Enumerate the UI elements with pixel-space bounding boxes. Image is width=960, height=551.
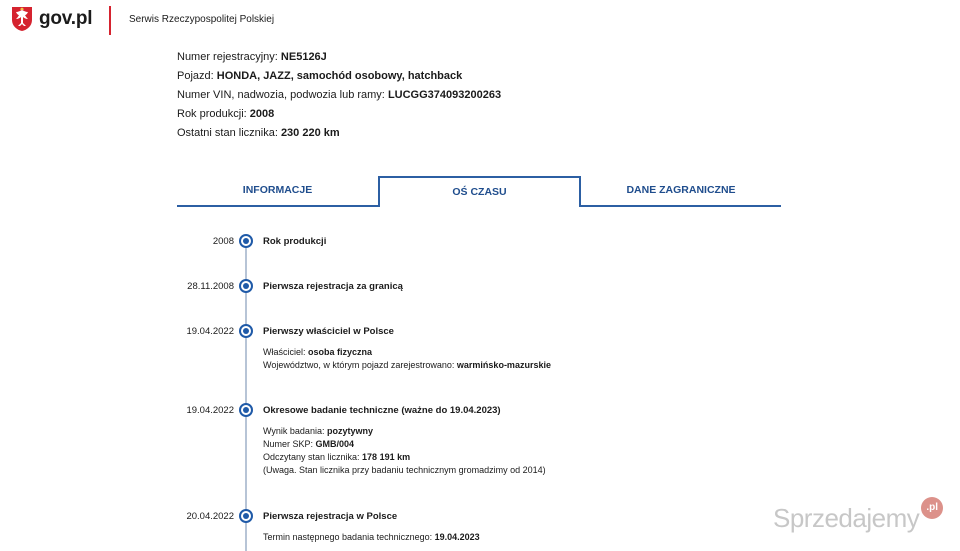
timeline-date: 19.04.2022: [186, 405, 234, 416]
info-label: Pojazd:: [177, 70, 217, 82]
detail-label: Właściciel:: [263, 347, 309, 357]
timeline-details: Wynik badania: pozytywny Numer SKP: GMB/…: [263, 425, 546, 477]
info-label: Numer VIN, nadwozia, podwozia lub ramy:: [177, 89, 388, 101]
timeline-date: 28.11.2008: [187, 281, 234, 292]
detail-label: Odczytany stan licznika:: [263, 452, 363, 462]
timeline-title: Pierwszy właściciel w Polsce: [263, 326, 394, 337]
info-production-year: Rok produkcji: 2008: [177, 105, 501, 124]
watermark-text: Sprzedajemy: [773, 503, 920, 533]
timeline-detail: Właściciel: osoba fizyczna: [263, 346, 551, 359]
gov-logo[interactable]: gov.pl: [10, 5, 93, 32]
tab-informacje[interactable]: INFORMACJE: [177, 176, 378, 207]
timeline-title: Pierwsza rejestracja w Polsce: [263, 511, 398, 522]
info-vin: Numer VIN, nadwozia, podwozia lub ramy: …: [177, 86, 501, 105]
timeline-dot-icon: [239, 324, 253, 338]
timeline-detail: Odczytany stan licznika: 178 191 km: [263, 451, 546, 464]
timeline-dot-icon: [239, 509, 253, 523]
detail-label: Wynik badania:: [263, 426, 327, 436]
info-label: Ostatni stan licznika:: [177, 127, 281, 139]
vehicle-info: Numer rejestracyjny: NE5126J Pojazd: HON…: [177, 48, 501, 143]
info-odometer: Ostatni stan licznika: 230 220 km: [177, 124, 501, 143]
timeline-dot-icon: [239, 279, 253, 293]
info-value: 2008: [249, 108, 275, 120]
timeline-detail: Województwo, w którym pojazd zarejestrow…: [263, 359, 551, 372]
detail-value: osoba fizyczna: [308, 347, 373, 357]
detail-label: Województwo, w którym pojazd zarejestrow…: [263, 360, 457, 370]
site-header: gov.pl Serwis Rzeczypospolitej Polskiej: [0, 0, 960, 38]
detail-label: Termin następnego badania technicznego:: [263, 532, 435, 542]
detail-value: 19.04.2023: [434, 532, 480, 542]
tab-os-czasu[interactable]: OŚ CZASU: [378, 176, 581, 207]
timeline-title: Rok produkcji: [263, 236, 327, 247]
timeline-details: Termin następnego badania technicznego: …: [263, 531, 480, 544]
timeline-dot-icon: [239, 234, 253, 248]
info-label: Rok produkcji:: [177, 108, 250, 120]
timeline-date: 2008: [212, 236, 234, 247]
detail-label: (Uwaga. Stan licznika przy badaniu techn…: [263, 465, 546, 475]
watermark: Sprzedajemy .pl: [773, 497, 944, 534]
info-value: HONDA, JAZZ, samochód osobowy, hatchback: [216, 70, 463, 82]
watermark-badge: .pl: [921, 497, 944, 519]
header-divider: [109, 6, 111, 35]
timeline-dot-icon: [239, 403, 253, 417]
info-value: NE5126J: [280, 51, 327, 63]
logo-text: gov.pl: [39, 7, 93, 29]
detail-value: warmińsko-mazurskie: [456, 360, 551, 370]
detail-label: Numer SKP:: [263, 439, 316, 449]
timeline-detail: Numer SKP: GMB/004: [263, 438, 546, 451]
info-value: LUCGG374093200263: [387, 89, 502, 101]
polish-eagle-icon: [12, 7, 32, 31]
info-value: 230 220 km: [280, 127, 340, 139]
service-name: Serwis Rzeczypospolitej Polskiej: [129, 14, 275, 25]
timeline-title: Okresowe badanie techniczne (ważne do 19…: [263, 405, 501, 416]
tab-bar: INFORMACJE OŚ CZASU DANE ZAGRANICZNE: [177, 176, 781, 207]
timeline-date: 20.04.2022: [186, 511, 234, 522]
detail-value: pozytywny: [326, 426, 373, 436]
tab-dane-zagraniczne[interactable]: DANE ZAGRANICZNE: [581, 176, 781, 207]
timeline-detail: Wynik badania: pozytywny: [263, 425, 546, 438]
timeline-detail: Termin następnego badania technicznego: …: [263, 531, 480, 544]
timeline-title: Pierwsza rejestracja za granicą: [263, 281, 403, 292]
timeline-detail-note: (Uwaga. Stan licznika przy badaniu techn…: [263, 464, 546, 477]
info-vehicle: Pojazd: HONDA, JAZZ, samochód osobowy, h…: [177, 67, 501, 86]
info-registration-number: Numer rejestracyjny: NE5126J: [177, 48, 501, 67]
timeline-date: 19.04.2022: [186, 326, 234, 337]
info-label: Numer rejestracyjny:: [177, 51, 281, 63]
timeline-details: Właściciel: osoba fizyczna Województwo, …: [263, 346, 551, 372]
detail-value: GMB/004: [315, 439, 355, 449]
detail-value: 178 191 km: [362, 452, 411, 462]
